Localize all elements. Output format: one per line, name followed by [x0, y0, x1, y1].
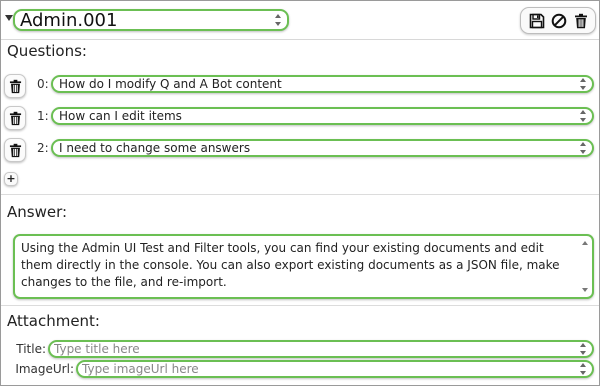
section-divider [1, 305, 599, 306]
question-2-input[interactable]: I need to change some answers [51, 139, 594, 157]
question-index: 2: [37, 141, 49, 155]
scroll-down-icon[interactable] [582, 288, 588, 292]
title-placeholder: Type title here [54, 342, 140, 356]
question-text: How do I modify Q and A Bot content [59, 77, 282, 91]
item-toolbar [520, 7, 596, 34]
attachment-title-input[interactable]: Type title here [48, 340, 594, 358]
add-question-button[interactable]: + [4, 172, 18, 186]
section-divider [1, 194, 599, 195]
qna-item-panel: Admin.001 Questions: 0: How do I modify … [0, 0, 600, 386]
prohibited-icon [551, 13, 567, 29]
save-button[interactable] [527, 11, 547, 31]
item-title-text: Admin.001 [20, 11, 118, 29]
question-1-input[interactable]: How can I edit items [51, 107, 594, 125]
scroll-up-icon[interactable] [582, 241, 588, 245]
spinner-icon[interactable] [580, 78, 587, 90]
question-text: How can I edit items [59, 109, 182, 123]
attachment-imageurl-input[interactable]: Type imageUrl here [76, 360, 594, 378]
answer-heading: Answer: [7, 203, 68, 221]
attachment-heading: Attachment: [7, 312, 100, 330]
trash-icon [9, 111, 21, 125]
spinner-icon[interactable] [580, 343, 587, 355]
question-index: 0: [37, 77, 49, 91]
questions-heading: Questions: [7, 42, 87, 60]
answer-textarea[interactable]: Using the Admin UI Test and Filter tools… [13, 234, 594, 299]
trash-icon [9, 79, 21, 93]
delete-question-0-button[interactable] [4, 74, 26, 98]
trash-icon [9, 143, 21, 157]
delete-question-2-button[interactable] [4, 138, 26, 162]
floppy-disk-icon [529, 13, 545, 29]
title-field-label: Title: [16, 342, 46, 356]
spinner-icon[interactable] [580, 363, 587, 375]
question-index: 1: [37, 109, 49, 123]
delete-question-1-button[interactable] [4, 106, 26, 130]
title-spinner-icon[interactable] [275, 14, 282, 26]
disable-button[interactable] [549, 11, 569, 31]
imageurl-field-label: ImageUrl: [15, 362, 74, 376]
header-bar: Admin.001 [1, 1, 599, 40]
imageurl-placeholder: Type imageUrl here [82, 362, 199, 376]
question-0-input[interactable]: How do I modify Q and A Bot content [51, 75, 594, 93]
delete-item-button[interactable] [571, 11, 591, 31]
trash-icon [575, 13, 587, 29]
item-title-input[interactable]: Admin.001 [13, 9, 289, 31]
collapse-caret-icon[interactable] [5, 15, 13, 21]
spinner-icon[interactable] [580, 142, 587, 154]
answer-text: Using the Admin UI Test and Filter tools… [21, 241, 560, 289]
question-text: I need to change some answers [59, 141, 251, 155]
spinner-icon[interactable] [580, 110, 587, 122]
